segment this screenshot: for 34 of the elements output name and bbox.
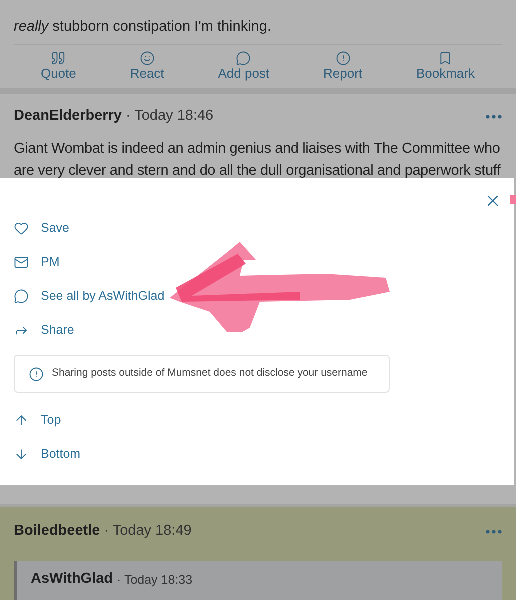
menu-item[interactable]: Top — [14, 411, 62, 429]
menu-item[interactable]: PM — [14, 253, 60, 271]
speech-bubble-icon — [236, 51, 252, 66]
post-action-button[interactable]: Report — [320, 51, 367, 82]
speech-bubble-icon — [14, 288, 29, 304]
more-options-icon[interactable] — [486, 114, 502, 119]
menu-item[interactable]: Bottom — [14, 445, 81, 463]
post-action-button[interactable]: Bookmark — [412, 51, 479, 82]
menu-item[interactable]: See all by AsWithGlad — [14, 287, 165, 305]
smiley-icon — [140, 51, 155, 66]
post-time: · Today 18:49 — [104, 522, 192, 541]
post-text: really stubborn constipation I'm thinking. — [14, 18, 272, 37]
scroll-marker — [510, 195, 516, 204]
post-text: are very clever and stern and do all the dull organisational and paperwork stuff — [14, 162, 502, 181]
exclamation-icon — [336, 51, 351, 66]
quoted-time: · Today 18:33 — [117, 572, 193, 589]
post-text: Giant Wombat is indeed an admin genius and liaises with The Committee who — [14, 140, 502, 159]
exclamation-icon — [29, 366, 44, 382]
notice-text: Sharing posts outside of Mumsnet does not disclose your username — [52, 366, 368, 382]
arrow-down-icon — [14, 446, 29, 462]
bookmark-icon — [438, 51, 454, 66]
post-time: · Today 18:46 — [126, 107, 214, 126]
menu-item[interactable]: Save — [14, 219, 70, 237]
post-action-button[interactable]: Add post — [214, 51, 274, 82]
quote-icon — [51, 51, 66, 66]
envelope-icon — [14, 254, 29, 270]
more-options-icon[interactable] — [486, 530, 502, 534]
author-name[interactable]: Boiledbeetle — [14, 520, 100, 542]
menu-item[interactable]: Share — [14, 321, 74, 339]
quoted-author: AsWithGlad — [31, 570, 114, 588]
post-action-button[interactable]: Quote — [36, 51, 80, 82]
post-action-button[interactable]: React — [126, 51, 168, 82]
heart-icon — [14, 220, 29, 236]
author-name[interactable]: DeanElderberry — [14, 106, 122, 128]
